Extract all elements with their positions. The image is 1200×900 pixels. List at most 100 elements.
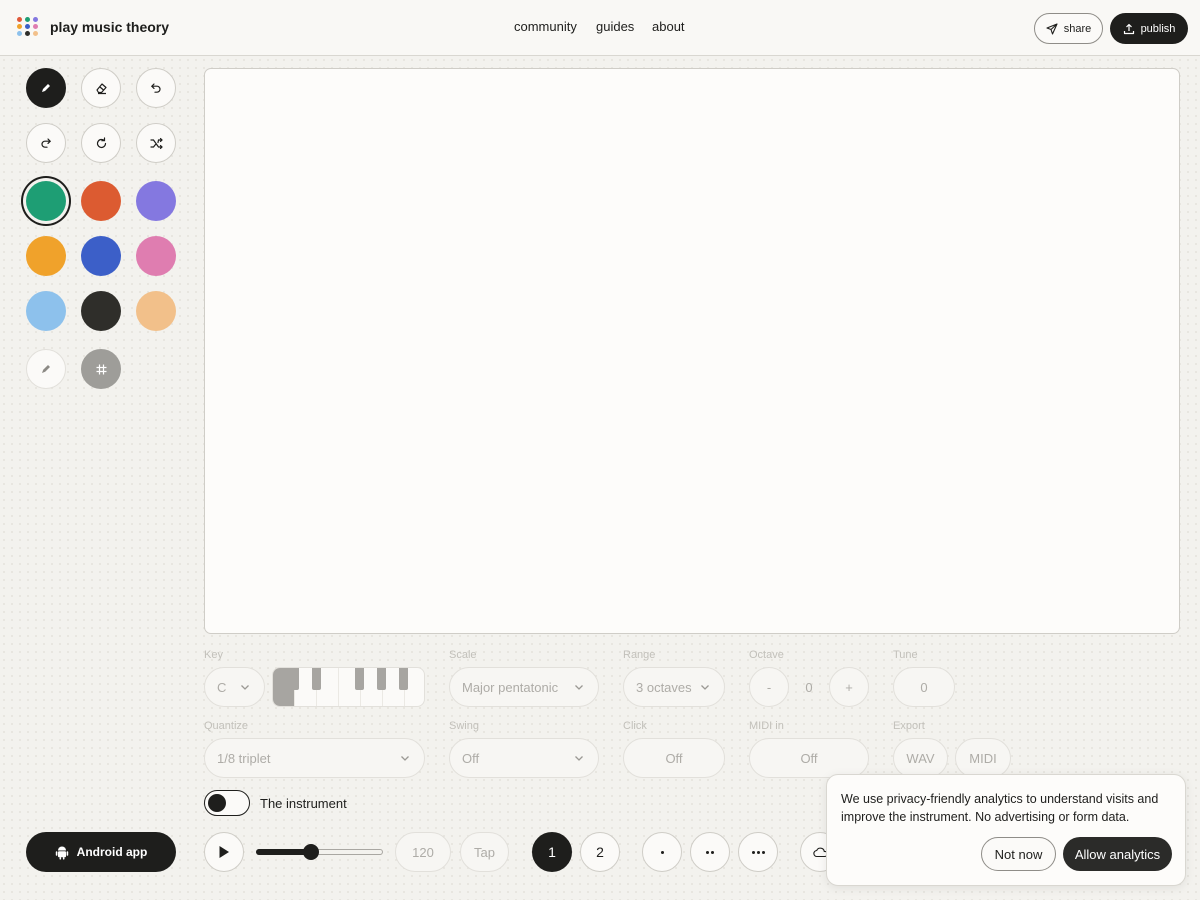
send-icon [1046,22,1058,35]
note-length-1-button[interactable] [642,832,682,872]
chevron-down-icon [575,685,583,690]
undo-icon [150,83,161,93]
slider-thumb[interactable] [303,844,319,860]
share-button[interactable]: share [1034,13,1103,44]
piano-key-a-sharp[interactable] [399,668,408,690]
scale-select[interactable]: Major pentatonic [449,667,599,707]
top-bar: play music theory community guides about… [0,0,1200,56]
eyedropper-icon [42,365,50,373]
drawing-canvas[interactable] [204,68,1180,634]
color-swatch-peach[interactable] [136,291,176,331]
chevron-down-icon [241,685,249,690]
midi-in-toggle[interactable]: Off [749,738,869,778]
share-label: share [1063,22,1092,35]
instrument-toggle-label: The instrument [260,796,347,811]
note-length-3-button[interactable] [738,832,778,872]
reset-button[interactable] [81,123,121,163]
range-select[interactable]: 3 octaves [623,667,725,707]
page-2-button[interactable]: 2 [580,832,620,872]
octave-down-button[interactable]: - [749,667,789,707]
octave-value: 0 [805,680,813,695]
not-now-button[interactable]: Not now [981,837,1056,871]
swing-label: Swing [449,720,479,732]
midi-in-value: Off [800,750,818,766]
color-swatch-purple[interactable] [136,181,176,221]
two-dots-icon [706,850,714,854]
play-button[interactable] [204,832,244,872]
color-swatch-light-blue[interactable] [26,291,66,331]
analytics-consent-dialog: We use privacy-friendly analytics to und… [826,774,1186,886]
consent-message: We use privacy-friendly analytics to und… [841,792,1159,824]
redo-icon [41,138,52,148]
range-label: Range [623,649,656,661]
eraser-icon [96,83,107,95]
eraser-tool-button[interactable] [81,68,121,108]
logo[interactable] [17,17,39,39]
instrument-toggle[interactable] [204,790,250,816]
publish-label: publish [1140,22,1176,35]
octave-label: Octave [749,649,784,661]
key-piano[interactable] [272,667,425,707]
publish-button[interactable]: publish [1110,13,1188,44]
range-value: 3 octaves [636,679,692,695]
quantize-value: 1/8 triplet [217,750,271,766]
click-toggle[interactable]: Off [623,738,725,778]
click-label: Click [623,720,647,732]
key-select[interactable]: C [204,667,265,707]
hash-icon [96,364,106,374]
shuffle-button[interactable] [136,123,176,163]
color-swatch-charcoal[interactable] [81,291,121,331]
swing-select[interactable]: Off [449,738,599,778]
undo-button[interactable] [136,68,176,108]
pencil-icon [42,84,50,92]
android-app-label: Android app [76,845,148,859]
brand-name[interactable]: play music theory [50,19,169,35]
key-label: Key [204,649,223,661]
color-swatch-orange-red[interactable] [81,181,121,221]
color-swatch-blue[interactable] [81,236,121,276]
scale-value: Major pentatonic [462,679,559,695]
piano-key-d-sharp[interactable] [312,668,321,690]
note-length-2-button[interactable] [690,832,730,872]
upload-icon [1123,23,1134,34]
quantize-label: Quantize [204,720,249,732]
key-value: C [217,679,227,695]
allow-analytics-button[interactable]: Allow analytics [1063,837,1172,871]
nav-community[interactable]: community [514,19,577,34]
tempo-value: 120 [412,844,434,860]
tap-tempo-button[interactable]: Tap [460,832,509,872]
tune-input[interactable]: 0 [893,667,955,707]
android-icon [55,846,68,860]
scale-label: Scale [449,649,477,661]
piano-key-c-sharp[interactable] [290,668,299,690]
piano-key-b[interactable] [405,668,424,706]
android-app-button[interactable]: Android app [26,832,176,872]
export-label: Export [893,720,925,732]
color-swatch-amber[interactable] [26,236,66,276]
shuffle-icon [149,137,163,149]
custom-color-button[interactable] [26,349,66,389]
color-swatch-green[interactable] [26,181,66,221]
piano-key-g-sharp[interactable] [377,668,386,690]
piano-key-f-sharp[interactable] [355,668,364,690]
export-wav-button[interactable]: WAV [893,738,948,778]
quantize-select[interactable]: 1/8 triplet [204,738,425,778]
octave-up-button[interactable]: + [829,667,869,707]
play-icon [219,846,229,858]
tempo-input[interactable]: 120 [395,832,451,872]
color-swatch-pink[interactable] [136,236,176,276]
midi-in-label: MIDI in [749,720,784,732]
tune-label: Tune [893,649,918,661]
tap-tempo-label: Tap [474,844,495,860]
redo-button[interactable] [26,123,66,163]
nav-about[interactable]: about [652,19,685,34]
page-1-button[interactable]: 1 [532,832,572,872]
three-dots-icon [751,850,765,854]
export-midi-button[interactable]: MIDI [955,738,1011,778]
volume-slider[interactable] [256,844,383,860]
grid-toggle-button[interactable] [81,349,121,389]
nav-guides[interactable]: guides [596,19,634,34]
pencil-tool-button[interactable] [26,68,66,108]
chevron-down-icon [701,685,709,690]
swing-value: Off [462,750,480,766]
